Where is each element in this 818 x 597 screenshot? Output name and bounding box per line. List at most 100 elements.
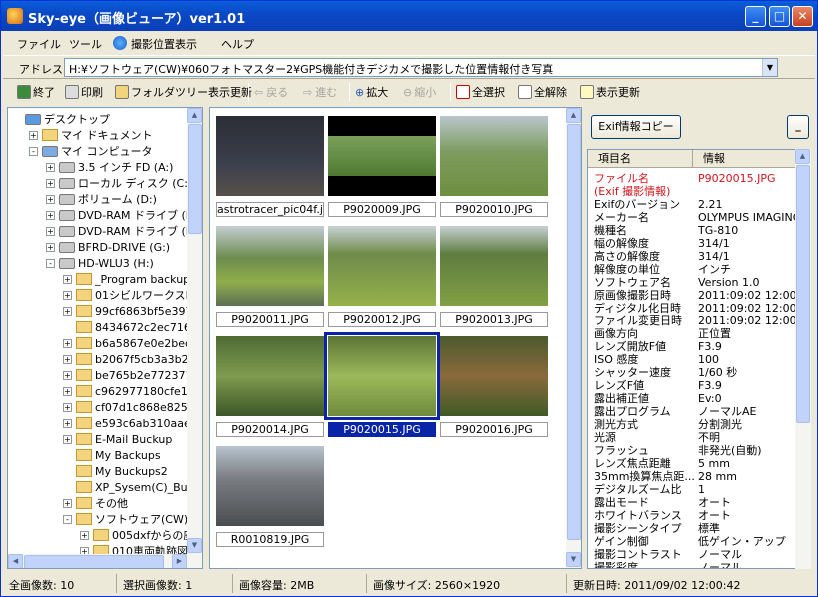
maximize-button[interactable]: □ bbox=[769, 6, 790, 27]
expand-toggle-icon[interactable]: + bbox=[63, 306, 72, 316]
address-input[interactable]: H:¥ソフトウェア(CW)¥060フォトマスター2¥GPS機能付きデジカメで撮影… bbox=[64, 58, 778, 77]
thumbnail-label[interactable]: P9020015.JPG bbox=[328, 422, 436, 437]
scroll-down-icon[interactable]: ▼ bbox=[566, 552, 581, 567]
menu-help[interactable]: ヘルプ bbox=[221, 36, 254, 52]
thumbnail-scrollbar[interactable]: ▲ ▼ bbox=[566, 108, 581, 568]
expand-toggle-icon[interactable]: + bbox=[63, 498, 72, 508]
scroll-thumb[interactable] bbox=[796, 165, 810, 423]
tree-node[interactable]: +99cf6863bf5e397fa bbox=[63, 303, 202, 319]
thumbnail-image[interactable] bbox=[328, 226, 436, 306]
forward-button[interactable]: ⇨ 進む bbox=[303, 84, 337, 100]
exif-row[interactable]: 撮影コントラスト ノーマル bbox=[588, 548, 796, 561]
zoom-out-button[interactable]: ⊖ 縮小 bbox=[403, 84, 436, 100]
tree-node[interactable]: - マイ コンピュータ bbox=[29, 143, 153, 159]
thumbnail-image[interactable] bbox=[440, 226, 548, 306]
expand-toggle-icon[interactable]: + bbox=[63, 402, 72, 412]
exif-col-info[interactable]: 情報 bbox=[693, 150, 796, 168]
scroll-right-icon[interactable]: ▶ bbox=[172, 554, 187, 568]
tree-node[interactable]: XP_Sysem(C)_Buck bbox=[63, 479, 200, 495]
thumbnail-label[interactable]: P9020010.JPG bbox=[440, 202, 548, 217]
refresh-tree-button[interactable]: フォルダツリー表示更新 bbox=[115, 84, 252, 100]
tree-node[interactable]: - ソフトウェア(CW) bbox=[63, 511, 188, 527]
exif-row[interactable]: シャッター速度 1/60 秒 bbox=[588, 366, 796, 379]
exif-row[interactable]: レンズ焦点距離 5 mm bbox=[588, 457, 796, 470]
select-all-button[interactable]: 全選択 bbox=[456, 84, 505, 100]
thumbnail-image[interactable] bbox=[328, 116, 436, 196]
exif-row[interactable]: 露出モード オート bbox=[588, 496, 796, 509]
thumbnail-image[interactable] bbox=[440, 336, 548, 416]
tree-node[interactable]: + マイ ドキュメント bbox=[29, 127, 153, 143]
thumbnail-image[interactable] bbox=[440, 116, 548, 196]
tree-node[interactable]: + ローカル ディスク (C:) bbox=[46, 175, 192, 191]
expand-toggle-icon[interactable]: + bbox=[46, 178, 55, 188]
expand-toggle-icon[interactable]: + bbox=[29, 130, 38, 140]
exif-row[interactable]: デジタルズーム比 1 bbox=[588, 483, 796, 496]
expand-toggle-icon[interactable]: + bbox=[63, 290, 72, 300]
refresh-view-button[interactable]: 表示更新 bbox=[580, 84, 640, 100]
tree-node[interactable]: + DVD-RAM ドライブ (E:) bbox=[46, 207, 201, 223]
expand-toggle-icon[interactable]: - bbox=[29, 146, 38, 156]
exif-row[interactable]: レンズ開放F値 F3.9 bbox=[588, 340, 796, 353]
tree-node[interactable]: + be765b2e772371ab bbox=[63, 367, 202, 383]
exif-row[interactable]: 測光方式 分割測光 bbox=[588, 418, 796, 431]
exif-row[interactable]: ディジタル化日時 2011:09:02 12:00:43 bbox=[588, 302, 796, 315]
tree-node[interactable]: + E-Mail Buckup bbox=[63, 431, 172, 447]
expand-toggle-icon[interactable]: + bbox=[80, 530, 89, 540]
menu-tools[interactable]: ツール bbox=[69, 36, 102, 52]
minimize-button[interactable]: _ bbox=[745, 6, 766, 27]
scroll-thumb[interactable] bbox=[567, 124, 581, 540]
expand-toggle-icon[interactable]: + bbox=[63, 434, 72, 444]
tree-node[interactable]: デスクトップ bbox=[12, 111, 110, 127]
print-button[interactable]: 印刷 bbox=[65, 84, 103, 100]
thumbnail-label[interactable]: P9020016.JPG bbox=[440, 422, 548, 437]
expand-toggle-icon[interactable]: + bbox=[46, 242, 55, 252]
exif-row[interactable]: 35mm換算焦点距... 28 mm bbox=[588, 470, 796, 483]
thumbnail-image[interactable] bbox=[216, 226, 324, 306]
scroll-thumb[interactable] bbox=[24, 555, 164, 568]
scroll-up-icon[interactable]: ▲ bbox=[795, 149, 810, 164]
thumbnail-label[interactable]: astrotracer_pic04f.jpg bbox=[216, 202, 324, 217]
tree-node[interactable]: + DVD-RAM ドライブ (F:) bbox=[46, 223, 199, 239]
expand-toggle-icon[interactable]: - bbox=[46, 258, 55, 268]
tree-node[interactable]: +005dxfからの座 bbox=[80, 527, 194, 543]
scroll-up-icon[interactable]: ▲ bbox=[566, 108, 581, 123]
tree-node[interactable]: - HD-WLU3 (H:) bbox=[46, 255, 154, 271]
thumbnail-label[interactable]: P9020009.JPG bbox=[328, 202, 436, 217]
exif-row[interactable]: 露出補正値 Ev:0 bbox=[588, 392, 796, 405]
exif-row[interactable]: ファイル名 P9020015.JPG bbox=[588, 172, 796, 185]
zoom-in-button[interactable]: ⊕ 拡大 bbox=[355, 84, 388, 100]
exif-row[interactable]: 原画像撮影日時 2011:09:02 12:00:43 bbox=[588, 289, 796, 302]
thumbnail-label[interactable]: P9020014.JPG bbox=[216, 422, 324, 437]
expand-toggle-icon[interactable]: + bbox=[63, 370, 72, 380]
exif-row[interactable]: 露出プログラム ノーマルAE bbox=[588, 405, 796, 418]
exif-row[interactable]: (Exif 撮影情報) bbox=[588, 185, 796, 198]
thumbnail-label[interactable]: P9020012.JPG bbox=[328, 312, 436, 327]
expand-toggle-icon[interactable]: + bbox=[46, 162, 55, 172]
tree-node[interactable]: + b6a5867e0e2bec91 bbox=[63, 335, 202, 351]
exif-copy-button[interactable]: Exif情報コピー bbox=[591, 115, 681, 139]
tree-node[interactable]: +3.5 インチ FD (A:) bbox=[46, 159, 173, 175]
exif-col-name[interactable]: 項目名 bbox=[588, 150, 693, 168]
thumbnail-label[interactable]: R0010819.JPG bbox=[216, 532, 324, 547]
tree-node[interactable]: + BFRD-DRIVE (G:) bbox=[46, 239, 170, 255]
expand-toggle-icon[interactable]: + bbox=[63, 274, 72, 284]
tree-hscrollbar[interactable]: ◀ ▶ bbox=[8, 554, 202, 568]
thumbnail-label[interactable]: P9020011.JPG bbox=[216, 312, 324, 327]
tree-node[interactable]: + c962977180cfe11a bbox=[63, 383, 201, 399]
exif-row[interactable]: レンズF値 F3.9 bbox=[588, 379, 796, 392]
tree-scrollbar[interactable]: ▲ ▼ bbox=[187, 108, 202, 554]
deselect-all-button[interactable]: 全解除 bbox=[518, 84, 567, 100]
expand-toggle-icon[interactable]: + bbox=[63, 386, 72, 396]
tree-node[interactable]: My Backups bbox=[63, 447, 161, 463]
tree-node[interactable]: + その他 bbox=[63, 495, 128, 511]
exif-row[interactable]: 光源 不明 bbox=[588, 431, 796, 444]
exif-row[interactable]: 画像方向 正位置 bbox=[588, 327, 796, 340]
tree-node[interactable]: +01シビルワークスHP bbox=[63, 287, 201, 303]
exif-row[interactable]: 機種名 TG-810 bbox=[588, 224, 796, 237]
exif-row[interactable]: Exifのバージョン 2.21 bbox=[588, 198, 796, 211]
scroll-down-icon[interactable]: ▼ bbox=[187, 538, 202, 553]
scroll-thumb[interactable] bbox=[188, 124, 202, 234]
exif-row[interactable]: 高さの解像度 314/1 bbox=[588, 250, 796, 263]
back-button[interactable]: ⇦ 戻る bbox=[254, 84, 288, 100]
menu-shooting-location[interactable]: 撮影位置表示 bbox=[113, 36, 197, 52]
